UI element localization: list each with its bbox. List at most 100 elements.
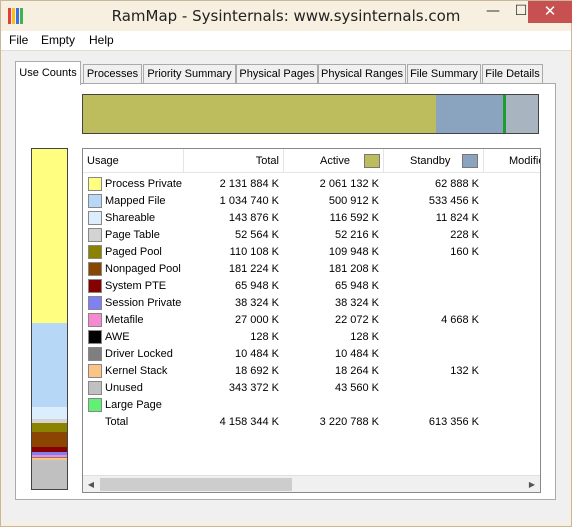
total-value: 110 108 K	[229, 246, 279, 258]
close-button[interactable]: ✕	[528, 1, 572, 23]
client-area: Use Counts Processes Priority Summary Ph…	[3, 52, 569, 522]
active-value: 3 220 788 K	[319, 416, 379, 428]
scroll-right-icon[interactable]: ▶	[524, 477, 540, 492]
table-row[interactable]: System PTE 65 948 K 65 948 K	[83, 278, 540, 295]
standby-value: 533 456 K	[428, 195, 479, 207]
usage-color-swatch	[88, 194, 102, 208]
table-header: Usage Total Active Standby Modifie	[83, 149, 540, 173]
horizontal-scrollbar[interactable]: ◀ ▶	[83, 475, 540, 492]
total-value: 2 131 884 K	[219, 178, 279, 190]
standby-value: 613 356 K	[428, 416, 479, 428]
usage-color-swatch	[88, 296, 102, 310]
active-color-swatch	[363, 154, 380, 169]
usage-label: Session Private	[105, 297, 182, 309]
usage-segment-shareable	[32, 407, 67, 419]
usage-label: Metafile	[105, 314, 144, 326]
active-value: 181 208 K	[328, 263, 379, 275]
table-row[interactable]: Driver Locked 10 484 K 10 484 K	[83, 346, 540, 363]
table-row[interactable]: AWE 128 K 128 K	[83, 329, 540, 346]
tab-file-summary[interactable]: File Summary	[407, 64, 481, 84]
total-value: 18 692 K	[234, 365, 279, 377]
table-row[interactable]: Unused 343 372 K 43 560 K	[83, 380, 540, 397]
active-value: 10 484 K	[334, 348, 379, 360]
tab-priority-summary[interactable]: Priority Summary	[143, 64, 236, 84]
menu-file[interactable]: File	[9, 33, 28, 47]
usage-bar	[31, 148, 68, 490]
active-value: 128 K	[350, 331, 379, 343]
active-value: 52 216 K	[334, 229, 379, 241]
usage-label: Shareable	[105, 212, 156, 224]
scroll-thumb[interactable]	[100, 478, 292, 491]
usage-color-swatch	[88, 381, 102, 395]
table-row[interactable]: Nonpaged Pool 181 224 K 181 208 K	[83, 261, 540, 278]
usage-color-swatch	[88, 177, 102, 191]
title-bar[interactable]: RamMap - Sysinternals: www.sysinternals.…	[1, 1, 572, 31]
free-segment	[506, 95, 538, 133]
total-value: 128 K	[250, 331, 279, 343]
col-usage-label: Usage	[87, 155, 119, 167]
table-row[interactable]: Kernel Stack 18 692 K 18 264 K 132 K	[83, 363, 540, 380]
menu-empty[interactable]: Empty	[41, 33, 75, 47]
usage-color-swatch	[88, 228, 102, 242]
scroll-left-icon[interactable]: ◀	[83, 477, 99, 492]
table-row[interactable]: Mapped File 1 034 740 K 500 912 K 533 456 K	[83, 193, 540, 210]
menu-help[interactable]: Help	[89, 33, 114, 47]
active-segment	[83, 95, 436, 133]
col-total-label: Total	[255, 155, 279, 167]
active-value: 18 264 K	[334, 365, 379, 377]
active-value: 109 948 K	[328, 246, 379, 258]
usage-label: System PTE	[105, 280, 167, 292]
col-active[interactable]: Active	[284, 149, 384, 173]
col-usage[interactable]: Usage	[83, 149, 184, 173]
standby-value: 228 K	[450, 229, 479, 241]
table-row[interactable]: Total 4 158 344 K 3 220 788 K 613 356 K 2	[83, 414, 540, 431]
usage-label: Process Private	[105, 178, 183, 190]
usage-label: AWE	[105, 331, 130, 343]
usage-segment-mapped-file	[32, 323, 67, 407]
total-value: 38 324 K	[234, 297, 279, 309]
tab-physical-ranges[interactable]: Physical Ranges	[318, 64, 406, 84]
tab-file-details[interactable]: File Details	[482, 64, 543, 84]
tab-processes[interactable]: Processes	[83, 64, 142, 84]
col-standby-label: Standby	[410, 155, 451, 167]
usage-segment-paged-pool	[32, 423, 67, 432]
table-row[interactable]: Page Table 52 564 K 52 216 K 228 K	[83, 227, 540, 244]
total-value: 52 564 K	[234, 229, 279, 241]
modified-value: 1	[523, 210, 540, 227]
usage-label: Paged Pool	[105, 246, 162, 258]
col-standby[interactable]: Standby	[384, 149, 484, 173]
table-row[interactable]: Process Private 2 131 884 K 2 061 132 K 62 …	[83, 176, 540, 193]
col-modified-label: Modifie	[509, 155, 541, 167]
usage-segment-nonpaged-pool	[32, 432, 67, 447]
tab-use-counts[interactable]: Use Counts	[15, 61, 81, 85]
usage-label: Unused	[105, 382, 143, 394]
standby-color-swatch	[462, 154, 479, 169]
active-value: 65 948 K	[334, 280, 379, 292]
table-row[interactable]: Shareable 143 876 K 116 592 K 11 824 K 1	[83, 210, 540, 227]
standby-value: 11 824 K	[435, 212, 479, 224]
total-value: 65 948 K	[234, 280, 279, 292]
total-value: 181 224 K	[228, 263, 279, 275]
tab-physical-pages[interactable]: Physical Pages	[236, 64, 318, 84]
usage-segment-process-private	[32, 149, 67, 323]
active-value: 2 061 132 K	[319, 178, 379, 190]
usage-color-swatch	[88, 364, 102, 378]
standby-value: 160 K	[450, 246, 479, 258]
table-row[interactable]: Session Private 38 324 K 38 324 K	[83, 295, 540, 312]
standby-value: 4 668 K	[441, 314, 479, 326]
minimize-button[interactable]: —	[479, 1, 507, 23]
usage-label: Page Table	[105, 229, 160, 241]
table-row[interactable]: Metafile 27 000 K 22 072 K 4 668 K	[83, 312, 540, 329]
modified-value: 2	[523, 414, 540, 431]
col-modified[interactable]: Modifie	[484, 149, 541, 173]
total-value: 143 876 K	[228, 212, 279, 224]
usage-color-swatch	[88, 279, 102, 293]
usage-color-swatch	[88, 347, 102, 361]
table-row[interactable]: Large Page	[83, 397, 540, 414]
usage-label: Driver Locked	[105, 348, 173, 360]
memory-state-bar	[82, 94, 539, 134]
table-row[interactable]: Paged Pool 110 108 K 109 948 K 160 K	[83, 244, 540, 261]
col-total[interactable]: Total	[184, 149, 284, 173]
usage-color-swatch	[88, 313, 102, 327]
usage-color-swatch	[88, 245, 102, 259]
